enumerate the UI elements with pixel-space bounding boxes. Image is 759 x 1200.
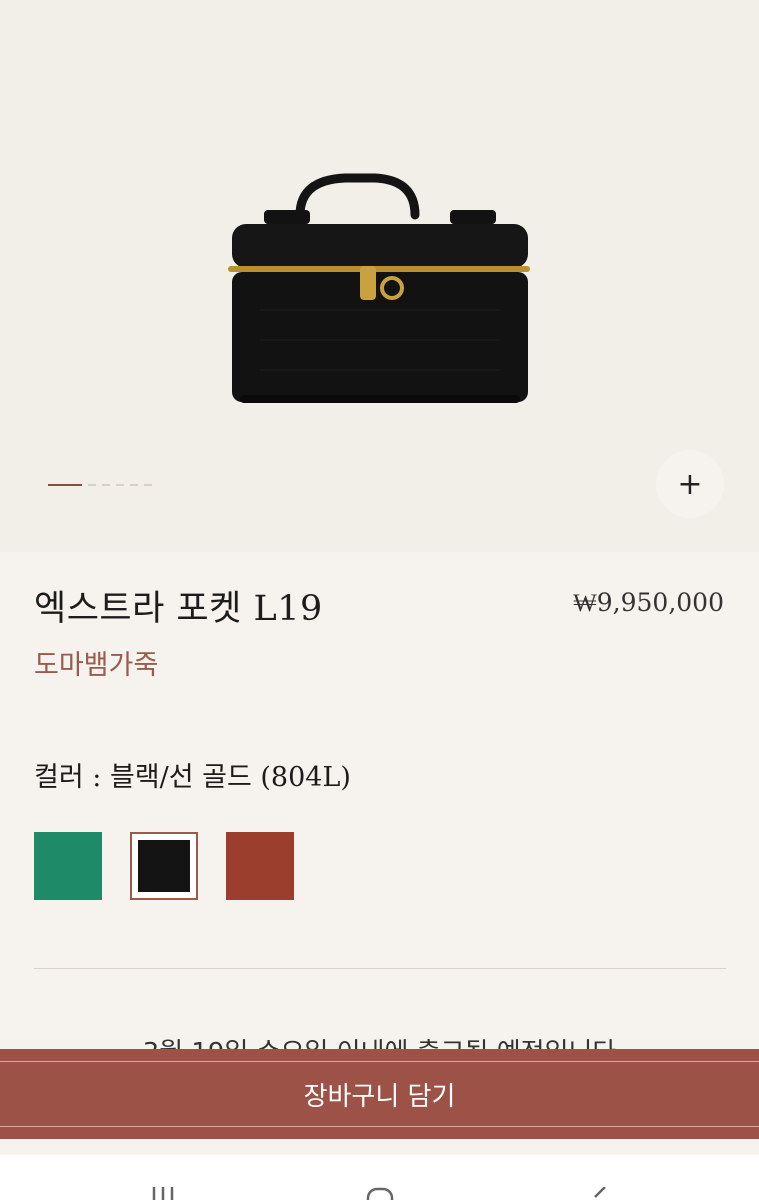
- product-image: [228, 173, 530, 403]
- recent-apps-icon[interactable]: [150, 1187, 180, 1200]
- carousel-indicator-dot: [88, 484, 96, 486]
- add-to-cart-label: 장바구니 담기: [303, 1081, 456, 1112]
- carousel-indicator-active: [48, 484, 82, 486]
- zoom-button[interactable]: +: [656, 450, 724, 518]
- swatch-green[interactable]: [34, 832, 102, 900]
- color-swatches: [34, 832, 294, 900]
- swatch-black-fill: [138, 840, 190, 892]
- home-icon[interactable]: [365, 1187, 395, 1200]
- carousel-indicator-dot: [116, 484, 124, 486]
- swatch-green-fill: [34, 832, 102, 900]
- carousel-indicator-dot: [102, 484, 110, 486]
- swatch-brown-fill: [226, 832, 294, 900]
- carousel-indicator-dot: [144, 484, 152, 486]
- product-material: 도마뱀가죽: [34, 650, 159, 681]
- swatch-brown[interactable]: [226, 832, 294, 900]
- swatch-black[interactable]: [130, 832, 198, 900]
- carousel-indicator: [48, 483, 152, 487]
- back-icon[interactable]: [585, 1187, 615, 1200]
- system-nav-bar: [0, 1155, 759, 1200]
- plus-icon: +: [677, 466, 703, 502]
- product-price: ₩9,950,000: [573, 588, 724, 617]
- carousel-indicator-dot: [130, 484, 138, 486]
- product-image-carousel[interactable]: +: [0, 0, 759, 552]
- add-to-cart-button[interactable]: 장바구니 담기: [0, 1049, 759, 1139]
- color-label: 컬러 : 블랙/선 골드 (804L): [34, 762, 351, 793]
- product-title: 엑스트라 포켓 L19: [34, 589, 323, 629]
- divider: [34, 968, 726, 969]
